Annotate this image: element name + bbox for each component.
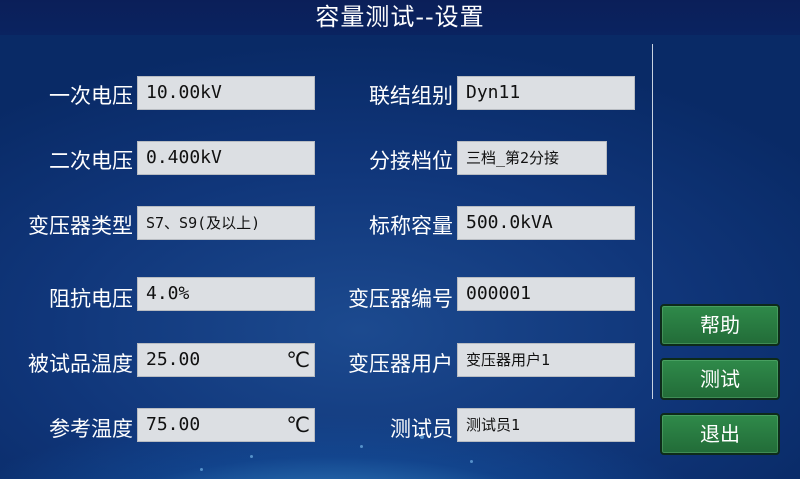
divider [652,44,653,399]
label-reference-temperature: 参考温度 [49,417,133,441]
impedance-voltage-value: 4.0% [146,283,190,304]
label-transformer-type: 变压器类型 [28,214,133,238]
label-secondary-voltage: 二次电压 [49,149,133,173]
impedance-voltage-field[interactable]: 4.0% [137,277,315,311]
connection-group-field[interactable]: Dyn11 [457,76,635,110]
transformer-user-value: 变压器用户1 [466,351,551,369]
transformer-number-value: 000001 [466,283,532,304]
primary-voltage-value: 10.00kV [146,82,222,103]
test-temperature-unit: ℃ [286,348,310,372]
label-tester: 测试员 [390,417,453,441]
help-button[interactable]: 帮助 [660,304,780,346]
secondary-voltage-value: 0.400kV [146,147,222,168]
test-temperature-value: 25.00 [146,349,201,370]
page-title: 容量测试--设置 [315,3,485,31]
label-test-temperature: 被试品温度 [28,352,133,376]
transformer-type-field[interactable]: S7、S9(及以上) [137,206,315,240]
label-connection-group: 联结组别 [369,84,453,108]
reference-temperature-field[interactable]: 75.00 ℃ [137,408,315,442]
secondary-voltage-field[interactable]: 0.400kV [137,141,315,175]
label-tap-position: 分接档位 [369,149,453,173]
transformer-user-field[interactable]: 变压器用户1 [457,343,635,377]
transformer-number-field[interactable]: 000001 [457,277,635,311]
primary-voltage-field[interactable]: 10.00kV [137,76,315,110]
tap-position-field[interactable]: 三档_第2分接 [457,141,607,175]
transformer-type-value: S7、S9(及以上) [146,214,261,232]
connection-group-value: Dyn11 [466,82,521,103]
tester-field[interactable]: 测试员1 [457,408,635,442]
tap-position-value: 三档_第2分接 [466,149,560,167]
label-transformer-user: 变压器用户 [348,352,453,376]
label-primary-voltage: 一次电压 [49,84,133,108]
label-rated-capacity: 标称容量 [369,214,453,238]
reference-temperature-value: 75.00 [146,414,201,435]
tester-value: 测试员1 [466,416,521,434]
test-temperature-field[interactable]: 25.00 ℃ [137,343,315,377]
rated-capacity-value: 500.0kVA [466,212,553,233]
label-impedance-voltage: 阻抗电压 [49,287,133,311]
exit-button[interactable]: 退出 [660,413,780,455]
reference-temperature-unit: ℃ [286,413,310,437]
rated-capacity-field[interactable]: 500.0kVA [457,206,635,240]
test-button[interactable]: 测试 [660,358,780,400]
label-transformer-number: 变压器编号 [348,287,453,311]
